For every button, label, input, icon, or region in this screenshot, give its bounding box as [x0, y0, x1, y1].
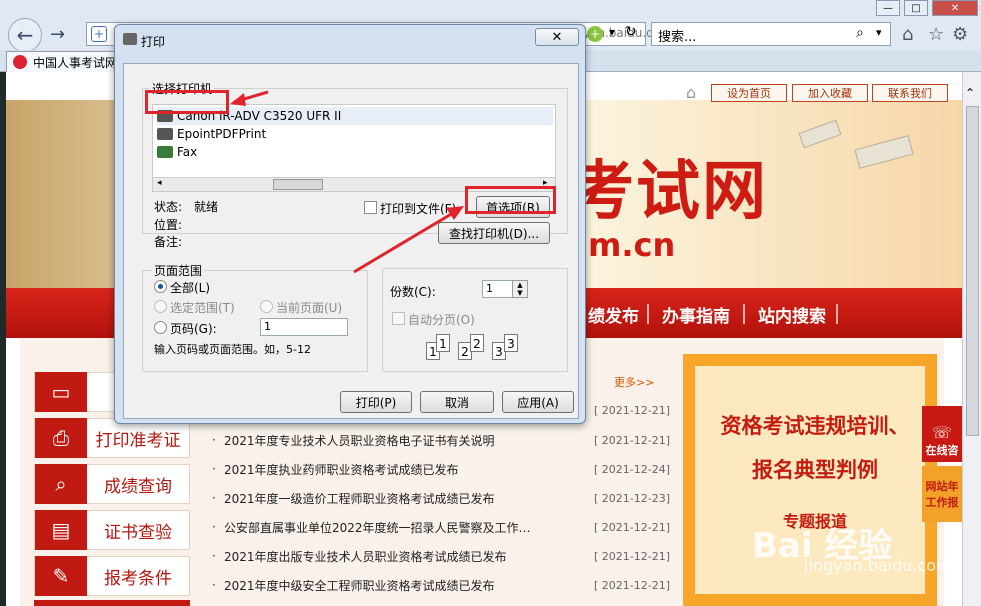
- annotation-arrows: [230, 90, 464, 274]
